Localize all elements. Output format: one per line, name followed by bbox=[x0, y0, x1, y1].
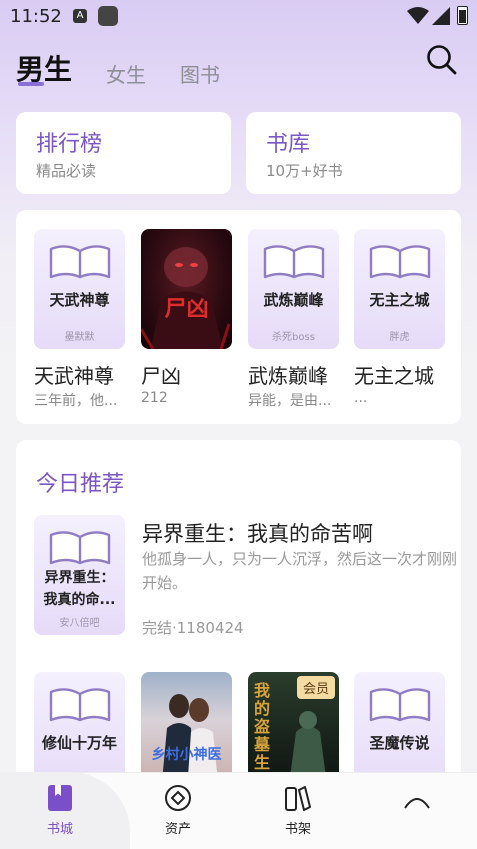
recommendation-heading: 今日推荐 bbox=[36, 472, 125, 497]
ranking-subtitle: 精品必读 bbox=[36, 162, 97, 180]
library-card[interactable]: 书库 10万+好书 bbox=[246, 112, 461, 194]
nav-label: 书城 bbox=[46, 822, 73, 837]
open-book-icon bbox=[369, 688, 430, 722]
cover-title: 天武神尊 bbox=[49, 291, 110, 309]
book-title: 尸凶 bbox=[141, 364, 181, 388]
nav-bookstore[interactable]: 书城 bbox=[10, 772, 110, 849]
book-title: 无主之城 bbox=[354, 364, 434, 388]
open-book-icon bbox=[369, 245, 430, 279]
notification-a-icon: A bbox=[73, 9, 87, 23]
cover-author: 墨默默 bbox=[64, 332, 95, 343]
nav-profile[interactable] bbox=[367, 772, 467, 849]
book-subtitle: 异能，是由... bbox=[248, 393, 332, 409]
cover-author: 安八倍吧 bbox=[59, 618, 100, 629]
cover-text: 乡村小神医 bbox=[151, 747, 222, 763]
status-bar: 11:52 A bbox=[0, 0, 477, 34]
status-time: 11:52 bbox=[10, 6, 62, 27]
open-book-icon bbox=[49, 245, 110, 279]
ranking-card[interactable]: 排行榜 精品必读 bbox=[16, 112, 231, 194]
featured-books-section: 天武神尊 墨默默 天武神尊 三年前，他... 尸凶 尸凶 212 武炼巅峰 杀死… bbox=[16, 210, 461, 424]
tab-female[interactable]: 女生 bbox=[106, 59, 146, 88]
search-icon[interactable] bbox=[424, 42, 458, 76]
profile-icon bbox=[404, 798, 430, 809]
book-subtitle: 212 bbox=[141, 390, 168, 406]
notification-app-icon bbox=[98, 6, 118, 26]
wifi-icon bbox=[407, 7, 429, 24]
assets-icon bbox=[165, 785, 191, 811]
vip-badge: 会员 bbox=[296, 676, 335, 699]
bottom-nav-items: 书城 资产 书架 bbox=[0, 772, 477, 849]
bookshelf-icon bbox=[285, 786, 311, 811]
open-book-icon bbox=[263, 245, 324, 279]
ranking-title: 排行榜 bbox=[36, 132, 103, 157]
cover-title: 武炼巅峰 bbox=[263, 291, 324, 309]
cover-author: 杀死boss bbox=[272, 332, 315, 343]
cover-title: 无主之城 bbox=[369, 291, 430, 309]
battery-icon bbox=[457, 6, 468, 25]
nav-label: 书架 bbox=[284, 822, 311, 837]
book-cover[interactable]: 天武神尊 墨默默 bbox=[34, 229, 125, 349]
library-subtitle: 10万+好书 bbox=[266, 162, 343, 180]
book-subtitle: ... bbox=[354, 390, 368, 406]
open-book-icon bbox=[49, 688, 110, 722]
featured-title: 异界重生：我真的命苦啊 bbox=[142, 522, 373, 546]
recommendation-section: 今日推荐 异界重生：我真的命... 安八倍吧 异界重生：我真的命苦啊 他孤身一人… bbox=[16, 440, 461, 800]
tab-books[interactable]: 图书 bbox=[180, 59, 220, 88]
book-cover[interactable]: 无主之城 胖虎 bbox=[354, 229, 445, 349]
cover-text: 尸凶 bbox=[164, 297, 209, 322]
bookstore-icon bbox=[48, 785, 72, 811]
cover-title: 修仙十万年 bbox=[41, 734, 117, 752]
cover-title: 异界重生：我真的命... bbox=[43, 570, 116, 608]
cover-title: 圣魔传说 bbox=[369, 734, 430, 752]
nav-assets[interactable]: 资产 bbox=[128, 772, 228, 849]
cover-artwork bbox=[141, 247, 231, 349]
book-cover[interactable]: 武炼巅峰 杀死boss bbox=[248, 229, 339, 349]
book-cover-image[interactable]: 尸凶 bbox=[141, 229, 232, 349]
active-tab-indicator bbox=[18, 82, 44, 86]
signal-icon bbox=[432, 7, 450, 25]
featured-description: 他孤身一人，只为一人沉浮，然后这一次才刚刚开始。 bbox=[142, 550, 458, 592]
nav-bookshelf[interactable]: 书架 bbox=[248, 772, 348, 849]
featured-meta: 完结·1180424 bbox=[142, 619, 244, 637]
nav-label: 资产 bbox=[164, 822, 191, 837]
book-title: 天武神尊 bbox=[34, 364, 114, 388]
book-title: 武炼巅峰 bbox=[248, 364, 328, 388]
book-cover[interactable]: 异界重生：我真的命... 安八倍吧 bbox=[34, 515, 125, 635]
library-title: 书库 bbox=[266, 132, 311, 157]
book-subtitle: 三年前，他... bbox=[34, 393, 118, 409]
cover-author: 胖虎 bbox=[389, 332, 410, 343]
open-book-icon bbox=[49, 531, 110, 565]
